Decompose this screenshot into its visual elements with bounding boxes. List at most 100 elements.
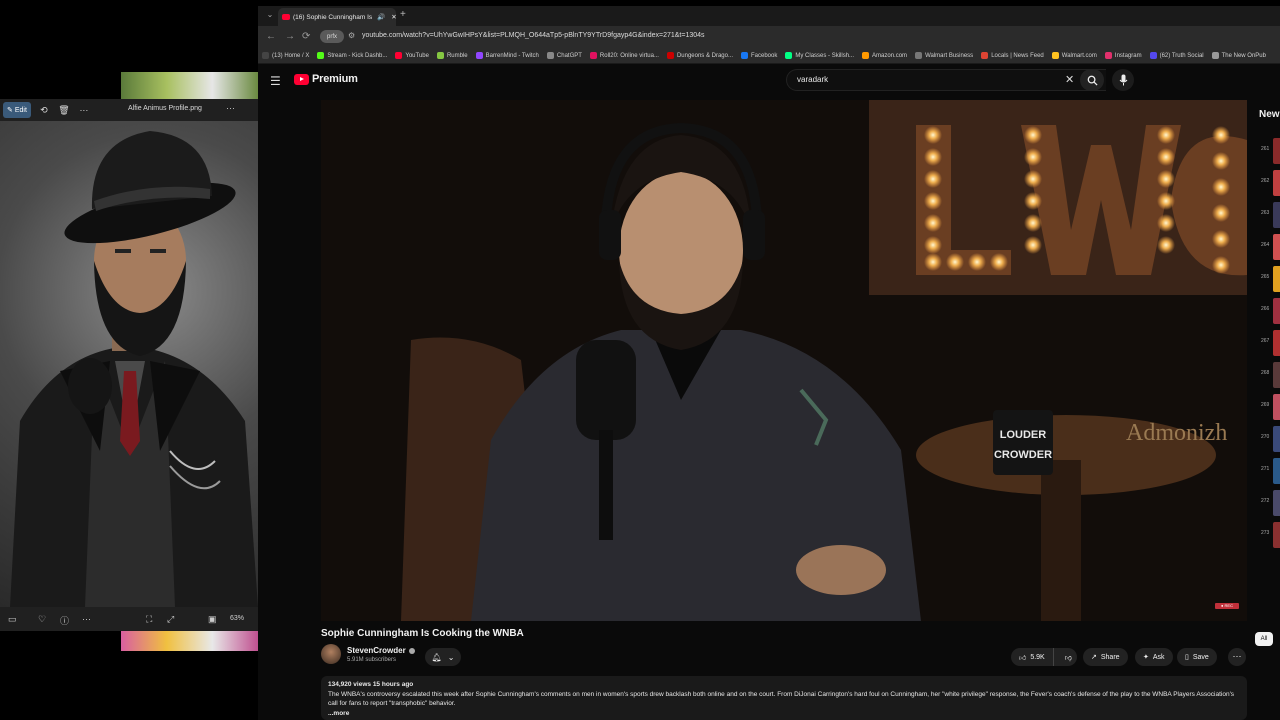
- more-icon[interactable]: ···: [82, 614, 91, 624]
- forward-icon[interactable]: →: [285, 31, 295, 42]
- playlist-thumbnail[interactable]: [1273, 170, 1280, 196]
- bookmark-item[interactable]: ChatGPT: [546, 52, 582, 59]
- like-button[interactable]: 👍︎ 5.9K: [1011, 648, 1054, 666]
- profile-chip[interactable]: prfx: [320, 30, 344, 43]
- bookmark-item[interactable]: Stream - Kick Dashb...: [317, 52, 387, 59]
- playlist-index: 273: [1261, 530, 1270, 536]
- ask-button[interactable]: ✦ Ask: [1135, 648, 1173, 666]
- bookmark-item[interactable]: Locals | News Feed: [981, 52, 1044, 59]
- channel-name[interactable]: StevenCrowder: [347, 646, 415, 655]
- background-image-strip-bottom: [121, 631, 258, 651]
- edit-button[interactable]: ✎ Edit: [3, 102, 31, 118]
- thumbs-up-icon: 👍︎: [1019, 654, 1027, 662]
- bookmark-label: BarrenMind - Twitch: [485, 52, 539, 59]
- bookmark-favicon-icon: [1051, 52, 1059, 59]
- notification-bell-button[interactable]: 🔔︎ ⌄: [425, 648, 461, 666]
- playlist-thumbnail[interactable]: [1273, 330, 1280, 356]
- bookmark-item[interactable]: (13) Home / X: [262, 52, 309, 59]
- bookmark-item[interactable]: Roll20: Online virtua...: [589, 52, 659, 59]
- bookmark-item[interactable]: Rumble: [436, 52, 468, 59]
- playlist-thumbnail[interactable]: [1273, 426, 1280, 452]
- favorite-icon[interactable]: ♡: [38, 614, 46, 625]
- edit-icon: ✎: [7, 107, 13, 114]
- marquee-bulb: [1157, 192, 1175, 210]
- save-button[interactable]: ▯ Save: [1177, 648, 1217, 666]
- filter-chip-all[interactable]: All: [1255, 632, 1273, 646]
- url-field[interactable]: youtube.com/watch?v=UhYwGwIHPsY&list=PLM…: [362, 32, 705, 39]
- more-icon[interactable]: ···: [226, 103, 235, 113]
- site-settings-icon[interactable]: ⚙: [348, 31, 355, 40]
- playlist-index: 272: [1261, 498, 1270, 504]
- view-count-date: 134,920 views 15 hours ago: [328, 681, 414, 688]
- close-tab-icon[interactable]: ✕: [391, 13, 396, 21]
- channel-name-text: StevenCrowder: [347, 646, 406, 655]
- search-input[interactable]: varadark ✕: [786, 69, 1106, 91]
- playlist-index: 266: [1261, 306, 1270, 312]
- youtube-play-icon: [294, 73, 309, 85]
- image-icon[interactable]: ▣: [208, 614, 217, 625]
- filmstrip-icon[interactable]: ▭: [8, 614, 17, 625]
- like-dislike-group: 👍︎ 5.9K 👎︎: [1011, 648, 1077, 666]
- playlist-thumbnail[interactable]: [1273, 138, 1280, 164]
- playlist-thumbnail[interactable]: [1273, 458, 1280, 484]
- video-frame: LOUDER CROWDER Admonizh: [321, 100, 1247, 621]
- tab-title: (16) Sophie Cunningham Is: [293, 13, 373, 21]
- description-box[interactable]: 134,920 views 15 hours ago The WNBA's co…: [321, 676, 1247, 720]
- rotate-icon[interactable]: ⟲: [37, 103, 51, 117]
- marquee-bulb: [924, 126, 942, 144]
- bookmark-favicon-icon: [785, 52, 793, 59]
- bookmark-icon: ▯: [1185, 654, 1189, 661]
- tab-search-icon[interactable]: ⌄: [264, 10, 276, 22]
- bookmark-item[interactable]: My Classes - Skillsh...: [785, 52, 854, 59]
- bookmark-item[interactable]: The New OnPub: [1211, 52, 1266, 59]
- playlist-index: 269: [1261, 402, 1270, 408]
- bookmark-item[interactable]: Instagram: [1104, 52, 1142, 59]
- reload-icon[interactable]: ⟳: [302, 31, 310, 42]
- bookmark-item[interactable]: Walmart.com: [1051, 52, 1097, 59]
- bookmark-item[interactable]: YouTube: [395, 52, 429, 59]
- bookmark-item[interactable]: Amazon.com: [862, 52, 907, 59]
- tab-active[interactable]: (16) Sophie Cunningham Is 🔊 ✕: [278, 8, 396, 26]
- info-icon[interactable]: ⓘ: [60, 614, 69, 627]
- voice-search-button[interactable]: [1112, 69, 1134, 91]
- more-options-icon[interactable]: ···: [77, 103, 91, 117]
- fit-screen-icon[interactable]: ⛶: [146, 614, 152, 625]
- delete-icon[interactable]: 🗑: [57, 103, 71, 117]
- show-more-link[interactable]: ...more: [328, 709, 1240, 719]
- youtube-logo[interactable]: Premium: [294, 73, 358, 85]
- playlist-thumbnail[interactable]: [1273, 202, 1280, 228]
- bookmark-item[interactable]: BarrenMind - Twitch: [475, 52, 539, 59]
- playlist-thumbnail[interactable]: [1273, 522, 1280, 548]
- bookmark-item[interactable]: Dungeons & Drago...: [666, 52, 733, 59]
- playlist-thumbnail[interactable]: [1273, 490, 1280, 516]
- sparkle-icon: ✦: [1143, 654, 1149, 661]
- share-button[interactable]: ↗ Share: [1083, 648, 1128, 666]
- chevron-down-icon: ⌄: [447, 652, 455, 662]
- dislike-button[interactable]: 👎︎: [1058, 653, 1079, 662]
- back-icon[interactable]: ←: [266, 31, 276, 42]
- video-player[interactable]: LOUDER CROWDER Admonizh ● REC: [321, 100, 1247, 621]
- bookmark-item[interactable]: (62) Truth Social: [1149, 52, 1204, 59]
- bookmark-item[interactable]: Walmart Business: [915, 52, 973, 59]
- bookmark-item[interactable]: Facebook: [741, 52, 777, 59]
- bookmark-label: Locals | News Feed: [991, 52, 1044, 59]
- playlist-thumbnail[interactable]: [1273, 362, 1280, 388]
- clear-search-icon[interactable]: ✕: [1065, 73, 1074, 86]
- channel-avatar[interactable]: [321, 644, 341, 664]
- fullscreen-icon[interactable]: ⤢: [167, 614, 174, 625]
- zoom-level[interactable]: 63%: [230, 615, 244, 622]
- new-tab-icon[interactable]: +: [400, 9, 406, 20]
- marquee-bulb: [1157, 148, 1175, 166]
- marquee-bulb: [1024, 126, 1042, 144]
- marquee-bulb: [1212, 230, 1230, 248]
- more-actions-button[interactable]: ⋯: [1228, 648, 1246, 666]
- subscriber-count: 5.91M subscribers: [347, 657, 397, 663]
- audio-icon[interactable]: 🔊: [377, 13, 385, 21]
- menu-icon[interactable]: ☰: [270, 74, 281, 88]
- playlist-thumbnail[interactable]: [1273, 234, 1280, 260]
- playlist-thumbnail[interactable]: [1273, 266, 1280, 292]
- bookmark-favicon-icon: [741, 52, 748, 59]
- playlist-thumbnail[interactable]: [1273, 394, 1280, 420]
- search-button[interactable]: [1080, 69, 1104, 91]
- playlist-thumbnail[interactable]: [1273, 298, 1280, 324]
